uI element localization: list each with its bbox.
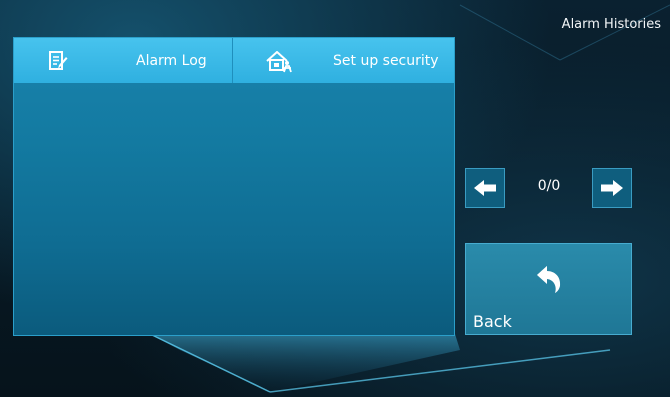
previous-page-button[interactable] <box>465 168 505 208</box>
home-security-icon <box>266 51 292 73</box>
page-counter: 0/0 <box>537 178 561 194</box>
edit-notes-icon <box>49 51 68 70</box>
tab-bar: Alarm Log Set up security <box>14 38 454 83</box>
tab-alarm-log[interactable]: Alarm Log <box>14 38 233 83</box>
back-button[interactable]: Back <box>465 243 632 335</box>
arrow-right-icon <box>601 180 623 196</box>
screen-title: Alarm Histories <box>561 17 661 32</box>
tab-set-up-security[interactable]: Set up security <box>233 38 454 83</box>
tab-alarm-log-label: Alarm Log <box>136 53 207 69</box>
pager: 0/0 <box>465 168 633 208</box>
return-arrow-icon <box>537 266 561 293</box>
tab-set-up-security-label: Set up security <box>333 53 439 69</box>
arrow-left-icon <box>474 180 496 196</box>
back-button-label: Back <box>473 312 512 331</box>
next-page-button[interactable] <box>592 168 632 208</box>
alarm-log-panel: Alarm Log Set up security <box>13 37 455 336</box>
